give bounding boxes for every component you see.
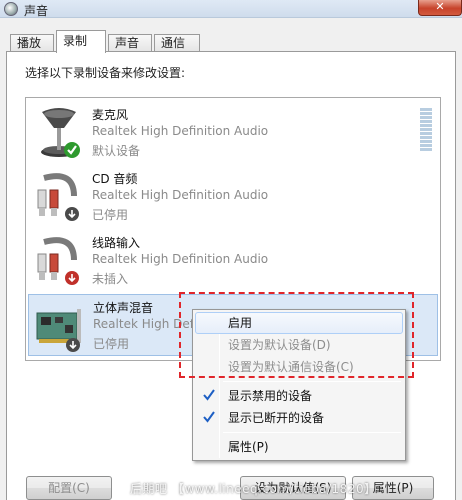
microphone-icon (41, 108, 80, 158)
check-icon (203, 389, 215, 401)
device-item-line-in[interactable]: 线路输入 Realtek High Definition Audio 未插入 (28, 230, 438, 292)
audio-cable-icon (37, 237, 79, 285)
menu-item-show-disconnected[interactable]: 显示已断开的设备 (195, 407, 403, 429)
context-menu: 启用 设置为默认设备(D) 设置为默认通信设备(C) 显示禁用的设备 显示已断开… (192, 309, 406, 461)
device-driver: Realtek High Definition Audio (92, 252, 269, 266)
title-bar: 声音 ✕ (0, 0, 462, 18)
menu-item-label: 显示已断开的设备 (228, 411, 325, 425)
device-name: 麦克风 (92, 108, 129, 122)
close-button[interactable]: ✕ (418, 0, 462, 16)
check-icon (203, 411, 215, 423)
sound-card-icon (36, 309, 81, 352)
window-title: 声音 (24, 4, 49, 18)
device-name: 立体声混音 (93, 301, 154, 315)
audio-cable-icon (37, 173, 79, 221)
device-item-cd-audio[interactable]: CD 音频 Realtek High Definition Audio 已停用 (28, 166, 438, 228)
menu-separator (223, 381, 401, 382)
device-item-microphone[interactable]: 麦克风 Realtek High Definition Audio 默认设备 (28, 102, 438, 164)
menu-item-set-default-comm[interactable]: 设置为默认通信设备(C) (195, 356, 403, 378)
device-status: 未插入 (92, 272, 129, 286)
configure-button[interactable]: 配置(C) (26, 476, 112, 500)
tab-sounds[interactable]: 声音 (108, 34, 152, 52)
menu-item-enable[interactable]: 启用 (195, 312, 403, 334)
menu-item-properties[interactable]: 属性(P) (195, 436, 403, 458)
level-meter (420, 108, 432, 152)
tab-recording[interactable]: 录制 (56, 30, 106, 53)
watermark: 后期吧 【www.lineeq.com/tieba/1820】 (130, 482, 377, 496)
speaker-icon (4, 2, 18, 16)
device-status: 默认设备 (92, 144, 141, 158)
device-name: CD 音频 (92, 172, 138, 186)
device-driver: Realtek High Defi (93, 317, 198, 331)
menu-item-show-disabled[interactable]: 显示禁用的设备 (195, 385, 403, 407)
tab-playback[interactable]: 播放 (10, 34, 54, 52)
device-driver: Realtek High Definition Audio (92, 188, 269, 202)
tab-communications[interactable]: 通信 (154, 34, 200, 52)
instruction-text: 选择以下录制设备来修改设置: (25, 66, 186, 80)
menu-item-label: 显示禁用的设备 (228, 389, 313, 403)
menu-item-set-default[interactable]: 设置为默认设备(D) (195, 334, 403, 356)
menu-separator (223, 432, 401, 433)
device-name: 线路输入 (92, 236, 141, 250)
device-status: 已停用 (93, 337, 130, 351)
device-driver: Realtek High Definition Audio (92, 124, 269, 138)
device-status: 已停用 (92, 208, 129, 222)
